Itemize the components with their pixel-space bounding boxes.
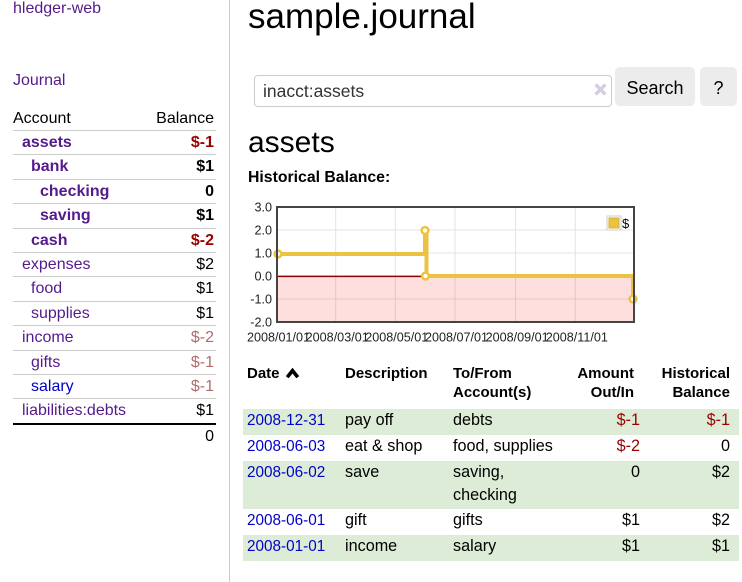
svg-text:2008/01/01: 2008/01/01 bbox=[247, 331, 310, 345]
svg-text:2008/05/01: 2008/05/01 bbox=[365, 331, 428, 345]
svg-text:-1.0: -1.0 bbox=[250, 293, 272, 307]
svg-text:-2.0: -2.0 bbox=[250, 316, 272, 330]
svg-text:1.0: 1.0 bbox=[254, 247, 272, 261]
svg-text:$: $ bbox=[622, 216, 630, 231]
svg-text:2.0: 2.0 bbox=[254, 224, 272, 238]
svg-text:2008/09/01: 2008/09/01 bbox=[486, 331, 549, 345]
svg-text:2008/03/01: 2008/03/01 bbox=[306, 331, 369, 345]
svg-text:0.0: 0.0 bbox=[254, 270, 272, 284]
svg-text:3.0: 3.0 bbox=[254, 201, 272, 215]
svg-text:2008/07/01: 2008/07/01 bbox=[425, 331, 488, 345]
svg-text:2008/11/01: 2008/11/01 bbox=[546, 331, 608, 345]
